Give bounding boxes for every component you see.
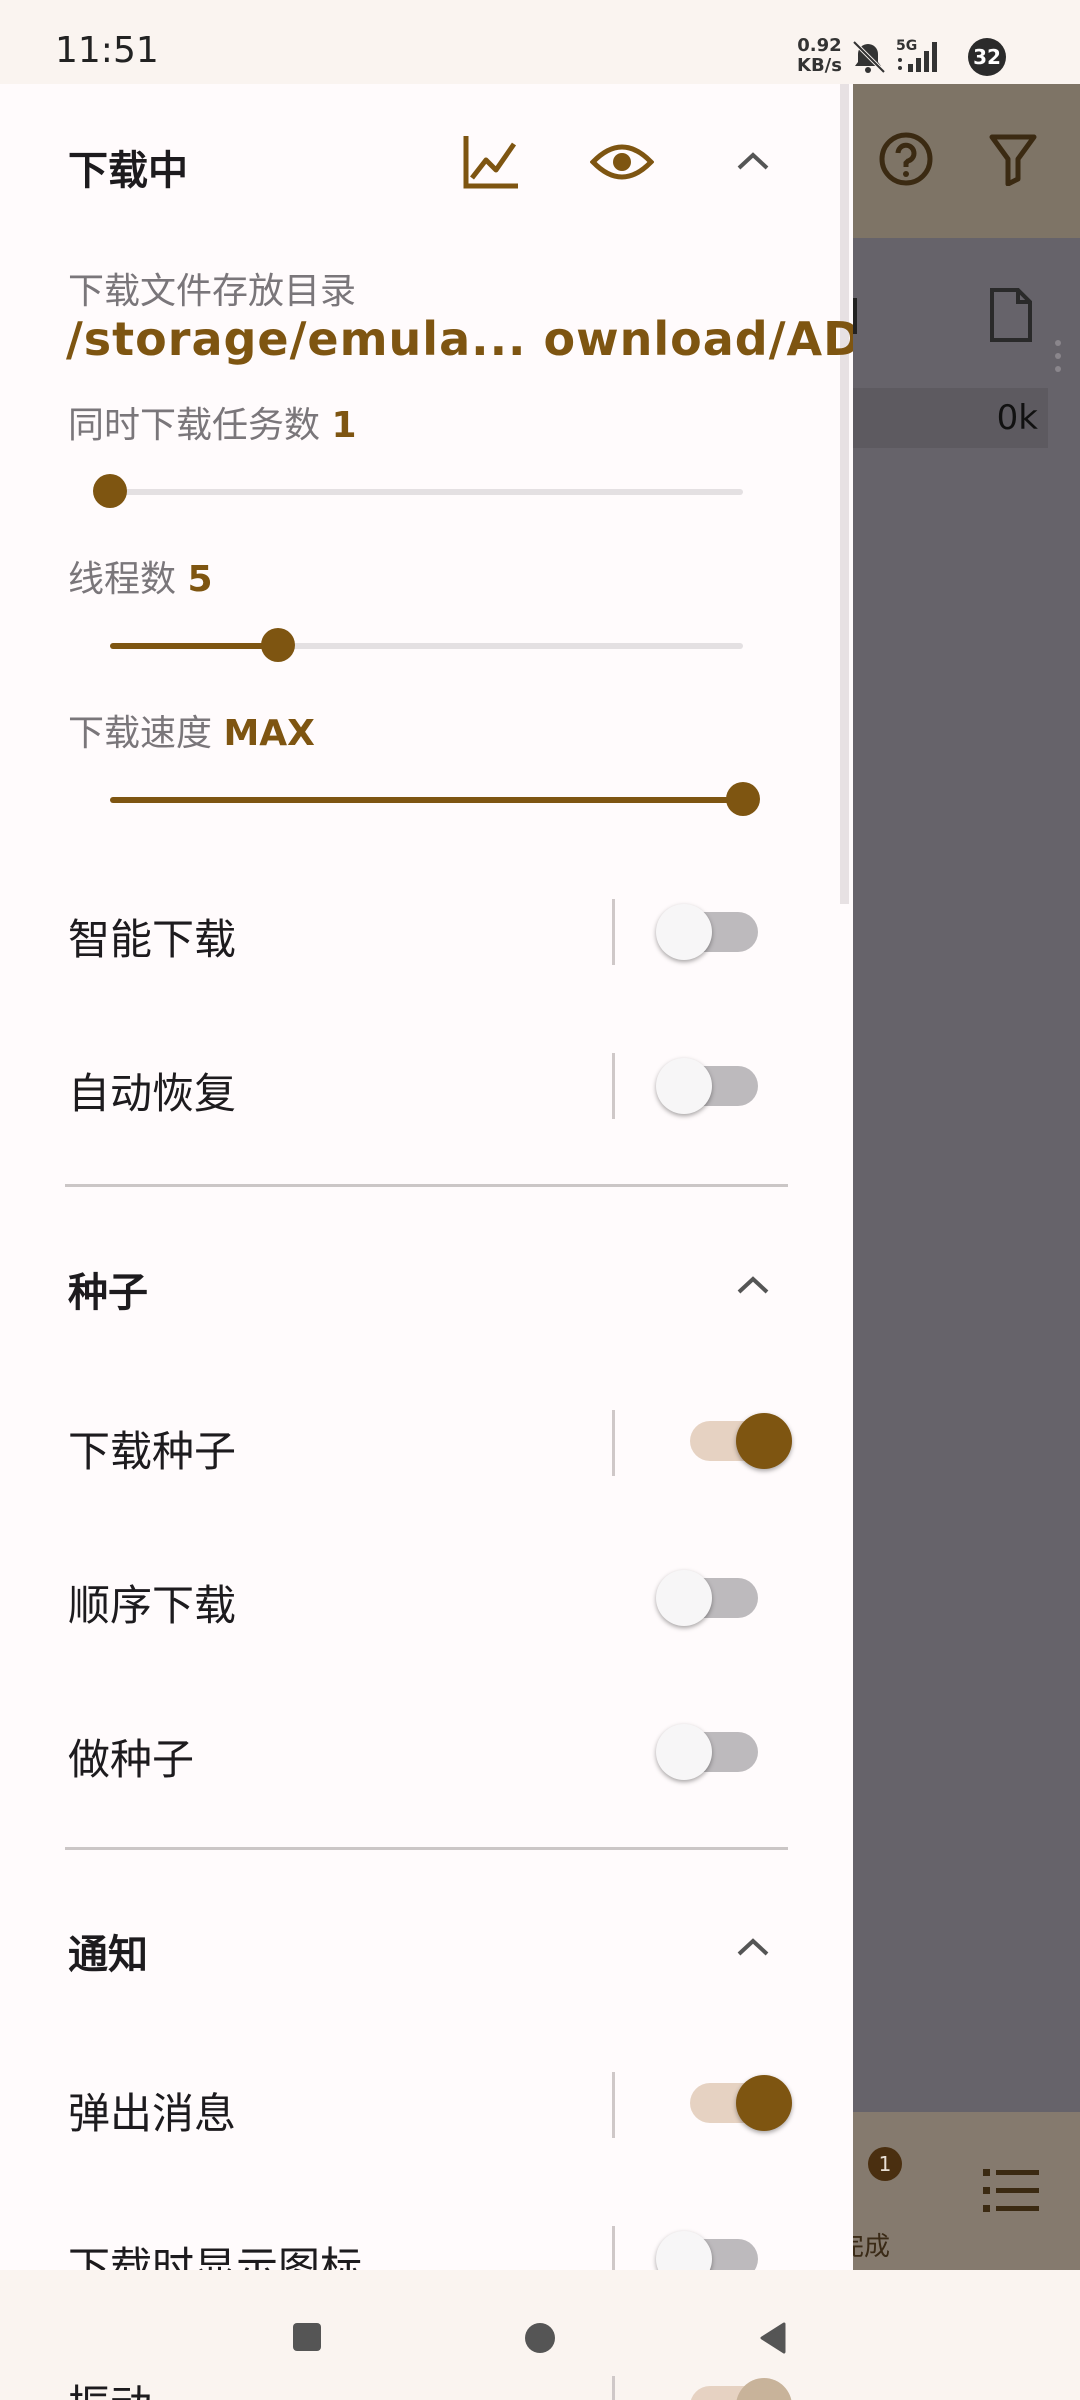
threads-slider[interactable] (110, 628, 743, 662)
make-torrent-label: 做种子 (68, 1735, 195, 1784)
section-divider (65, 1847, 788, 1850)
speed-text: 下载速度 (68, 713, 213, 754)
concurrent-tasks-slider[interactable] (93, 474, 743, 508)
help-icon[interactable] (878, 131, 934, 187)
file-icon (990, 288, 1032, 342)
threads-value: 5 (187, 559, 213, 600)
smart-download-switch[interactable] (656, 904, 758, 960)
background-row-cursor (853, 298, 857, 334)
auto-resume-label: 自动恢复 (68, 1069, 237, 1118)
network-type-label: 5G (896, 38, 917, 54)
divider (612, 1053, 615, 1119)
slider-thumb[interactable] (260, 628, 295, 662)
background-toolbar (853, 84, 1080, 238)
chevron-up-icon[interactable] (735, 1936, 771, 1958)
network-speed: 0.92 KB/s (797, 36, 842, 76)
section-title-notify: 通知 (68, 1932, 148, 1978)
sequential-download-switch[interactable] (656, 1570, 758, 1626)
bell-muted-icon (852, 40, 886, 74)
scrollbar[interactable] (840, 84, 849, 904)
slider-thumb[interactable] (726, 782, 760, 816)
download-folder-label: 下载文件存放目录 (68, 271, 357, 312)
back-icon[interactable] (758, 2322, 786, 2354)
make-torrent-switch[interactable] (656, 1724, 758, 1780)
threads-text: 线程数 (68, 559, 177, 600)
vibrate-switch-peek[interactable] (690, 2376, 800, 2400)
auto-resume-switch[interactable] (656, 1058, 758, 1114)
more-vert-icon[interactable] (1053, 338, 1063, 374)
chevron-up-icon[interactable] (735, 1274, 771, 1296)
signal-icons: 5G (852, 38, 937, 74)
speed-slider[interactable] (110, 782, 760, 816)
background-list-row (853, 238, 1080, 392)
speed-label: 下载速度 MAX (68, 704, 315, 756)
chart-icon[interactable] (462, 134, 520, 190)
divider (612, 2072, 615, 2138)
popup-message-switch[interactable] (690, 2075, 792, 2131)
divider (612, 1410, 615, 1476)
sequential-download-label: 顺序下载 (68, 1581, 237, 1630)
divider (612, 2226, 615, 2270)
download-torrent-label: 下载种子 (68, 1427, 237, 1476)
vibrate-label: 振动 (68, 2376, 152, 2400)
clock: 11:51 (55, 30, 159, 71)
concurrent-tasks-text: 同时下载任务数 (68, 405, 321, 446)
divider (612, 2376, 615, 2400)
recents-icon[interactable] (292, 2322, 322, 2352)
battery-badge: 32 (968, 38, 1006, 76)
concurrent-tasks-label: 同时下载任务数 1 (68, 396, 357, 448)
divider (612, 899, 615, 965)
list-icon[interactable] (983, 2167, 1039, 2215)
section-divider (65, 1184, 788, 1187)
slider-fill (110, 643, 278, 649)
network-speed-unit: KB/s (797, 55, 842, 76)
show-icon-switch[interactable] (656, 2231, 758, 2270)
eye-icon[interactable] (590, 140, 654, 184)
section-title-torrent: 种子 (68, 1270, 148, 1316)
popup-message-label: 弹出消息 (68, 2089, 237, 2138)
filter-icon[interactable] (988, 132, 1038, 186)
download-folder-path[interactable]: /storage/emula... ownload/ADM (66, 312, 853, 366)
chevron-up-icon[interactable] (735, 150, 771, 172)
tab-badge: 1 (868, 2147, 902, 2181)
threads-label: 线程数 5 (68, 550, 213, 602)
slider-thumb[interactable] (93, 474, 127, 508)
network-speed-value: 0.92 (797, 35, 842, 56)
section-title-downloading: 下载中 (68, 148, 188, 194)
vibrate-text: 振动 (68, 2385, 152, 2400)
show-icon-label: 下载时显示图标 (68, 2243, 363, 2270)
settings-drawer: 下载中 下载文件存放目录 /storage/emula... ownload/A… (0, 84, 853, 2270)
background-size-label: 0k (853, 388, 1048, 448)
status-bar: 11:51 0.92 KB/s 5G 32 (0, 0, 1080, 84)
smart-download-label: 智能下载 (68, 915, 237, 964)
concurrent-tasks-value: 1 (331, 405, 357, 446)
slider-fill (110, 797, 743, 803)
home-icon[interactable] (524, 2322, 556, 2354)
download-torrent-switch[interactable] (690, 1413, 792, 1469)
system-nav-bar (0, 2270, 1080, 2400)
speed-value: MAX (223, 713, 315, 754)
